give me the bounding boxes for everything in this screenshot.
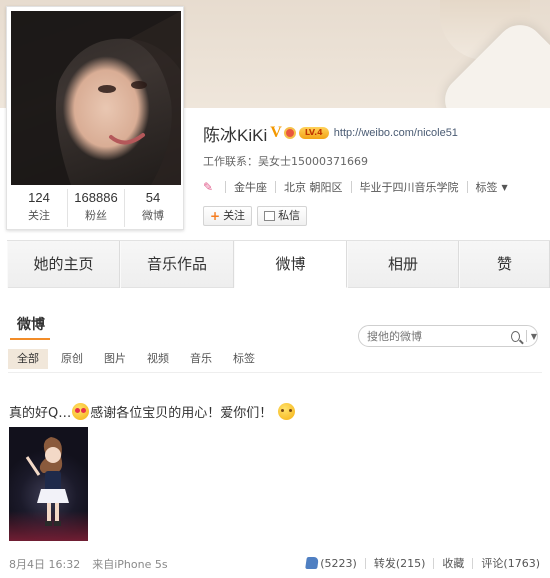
- divider: [225, 181, 226, 193]
- divider: [8, 372, 542, 373]
- search-icon[interactable]: [511, 330, 521, 342]
- tag-location[interactable]: 北京 朝阳区: [284, 179, 343, 195]
- post-text-part-1: 真的好Q…: [9, 406, 72, 421]
- post-filters: 全部 原创 图片 视频 音乐 标签: [8, 349, 268, 369]
- weibo-search-input[interactable]: [367, 329, 507, 343]
- filter-all[interactable]: 全部: [8, 349, 48, 369]
- stat-posts-count: 54: [145, 190, 161, 205]
- stat-following-label: 关注: [28, 209, 50, 222]
- pin-icon: ✎: [203, 180, 214, 194]
- filter-images[interactable]: 图片: [96, 349, 134, 369]
- section-title: 微博: [17, 317, 45, 333]
- follow-button[interactable]: + 关注: [203, 206, 253, 226]
- post-date[interactable]: 8月4日 16:32: [9, 556, 80, 572]
- profile-tabbar: 她的主页 音乐作品 微博 相册 赞: [7, 240, 550, 288]
- tag-education[interactable]: 毕业于四川音乐学院: [360, 179, 459, 195]
- tab-home[interactable]: 她的主页: [7, 241, 120, 288]
- emoji-kiss-icon: [278, 403, 296, 420]
- weibo-search-box: ▼: [358, 325, 538, 347]
- divider: [364, 557, 366, 569]
- repost-button[interactable]: 转发(215): [374, 555, 426, 571]
- post-actions: (5223) 转发(215) 收藏 评论(1763): [305, 555, 540, 571]
- post-image[interactable]: [9, 427, 88, 541]
- divider: [275, 181, 276, 193]
- profile-name: 陈冰KiKi: [203, 125, 268, 145]
- member-heart-icon[interactable]: [283, 127, 296, 139]
- tag-constellation[interactable]: 金牛座: [234, 179, 267, 195]
- stat-posts-label: 微博: [142, 209, 164, 222]
- divider: [526, 330, 527, 342]
- tab-album[interactable]: 相册: [347, 241, 459, 288]
- tab-likes[interactable]: 赞: [459, 241, 550, 288]
- section-title-underline: [10, 338, 50, 340]
- tab-weibo[interactable]: 微博: [234, 241, 347, 288]
- message-icon: [264, 211, 276, 221]
- post-source: 来自iPhone 5s: [92, 558, 168, 571]
- chevron-down-icon[interactable]: ▼: [502, 183, 508, 192]
- divider: [350, 181, 352, 193]
- tab-music[interactable]: 音乐作品: [120, 241, 234, 288]
- post-meta: 8月4日 16:32 来自iPhone 5s: [9, 556, 168, 572]
- profile-name-row: 陈冰KiKi V LV.4 http://weibo.com/nicole51: [203, 122, 458, 145]
- emoji-heart-eyes-icon: [72, 403, 90, 420]
- like-count[interactable]: (5223): [320, 557, 357, 570]
- filter-tags[interactable]: 标签: [225, 349, 263, 369]
- stat-following-count: 124: [28, 190, 50, 205]
- stat-followers-count: 168886: [74, 190, 118, 205]
- stat-followers[interactable]: 168886 粉丝: [68, 189, 125, 227]
- thumb-icon[interactable]: [305, 557, 320, 569]
- post-text-part-2: 感谢各位宝贝的用心！爱你们！: [90, 406, 273, 421]
- avatar[interactable]: [11, 11, 181, 185]
- profile-stats: 124 关注 168886 粉丝 54 微博: [11, 189, 181, 227]
- profile-actions: + 关注 私信: [203, 206, 308, 226]
- filter-videos[interactable]: 视频: [139, 349, 177, 369]
- profile-contact: 工作联系：吴女士15000371669: [203, 155, 368, 168]
- chevron-down-icon[interactable]: ▼: [531, 332, 537, 341]
- comment-button[interactable]: 评论(1763): [481, 555, 540, 571]
- follow-button-label: 关注: [223, 209, 246, 222]
- filter-original[interactable]: 原创: [53, 349, 91, 369]
- post-text: 真的好Q… 感谢各位宝贝的用心！爱你们！: [9, 402, 296, 421]
- level-badge[interactable]: LV.4: [298, 127, 329, 139]
- message-button-label: 私信: [278, 209, 301, 222]
- stat-following[interactable]: 124 关注: [11, 189, 68, 227]
- avatar-card: 124 关注 168886 粉丝 54 微博: [6, 6, 184, 230]
- divider: [433, 557, 435, 569]
- message-button[interactable]: 私信: [257, 206, 308, 226]
- stat-followers-label: 粉丝: [85, 209, 107, 222]
- favorite-button[interactable]: 收藏: [442, 555, 464, 571]
- filter-music[interactable]: 音乐: [182, 349, 220, 369]
- profile-tags-row: ✎ 金牛座 北京 朝阳区 毕业于四川音乐学院 标签 ▼: [203, 179, 508, 195]
- stat-posts[interactable]: 54 微博: [125, 189, 181, 227]
- divider: [472, 557, 474, 569]
- divider: [466, 181, 468, 193]
- tags-link[interactable]: 标签: [476, 179, 498, 195]
- plus-icon: +: [210, 209, 221, 223]
- profile-url-link[interactable]: http://weibo.com/nicole51: [334, 127, 458, 139]
- verified-icon[interactable]: V: [270, 124, 282, 142]
